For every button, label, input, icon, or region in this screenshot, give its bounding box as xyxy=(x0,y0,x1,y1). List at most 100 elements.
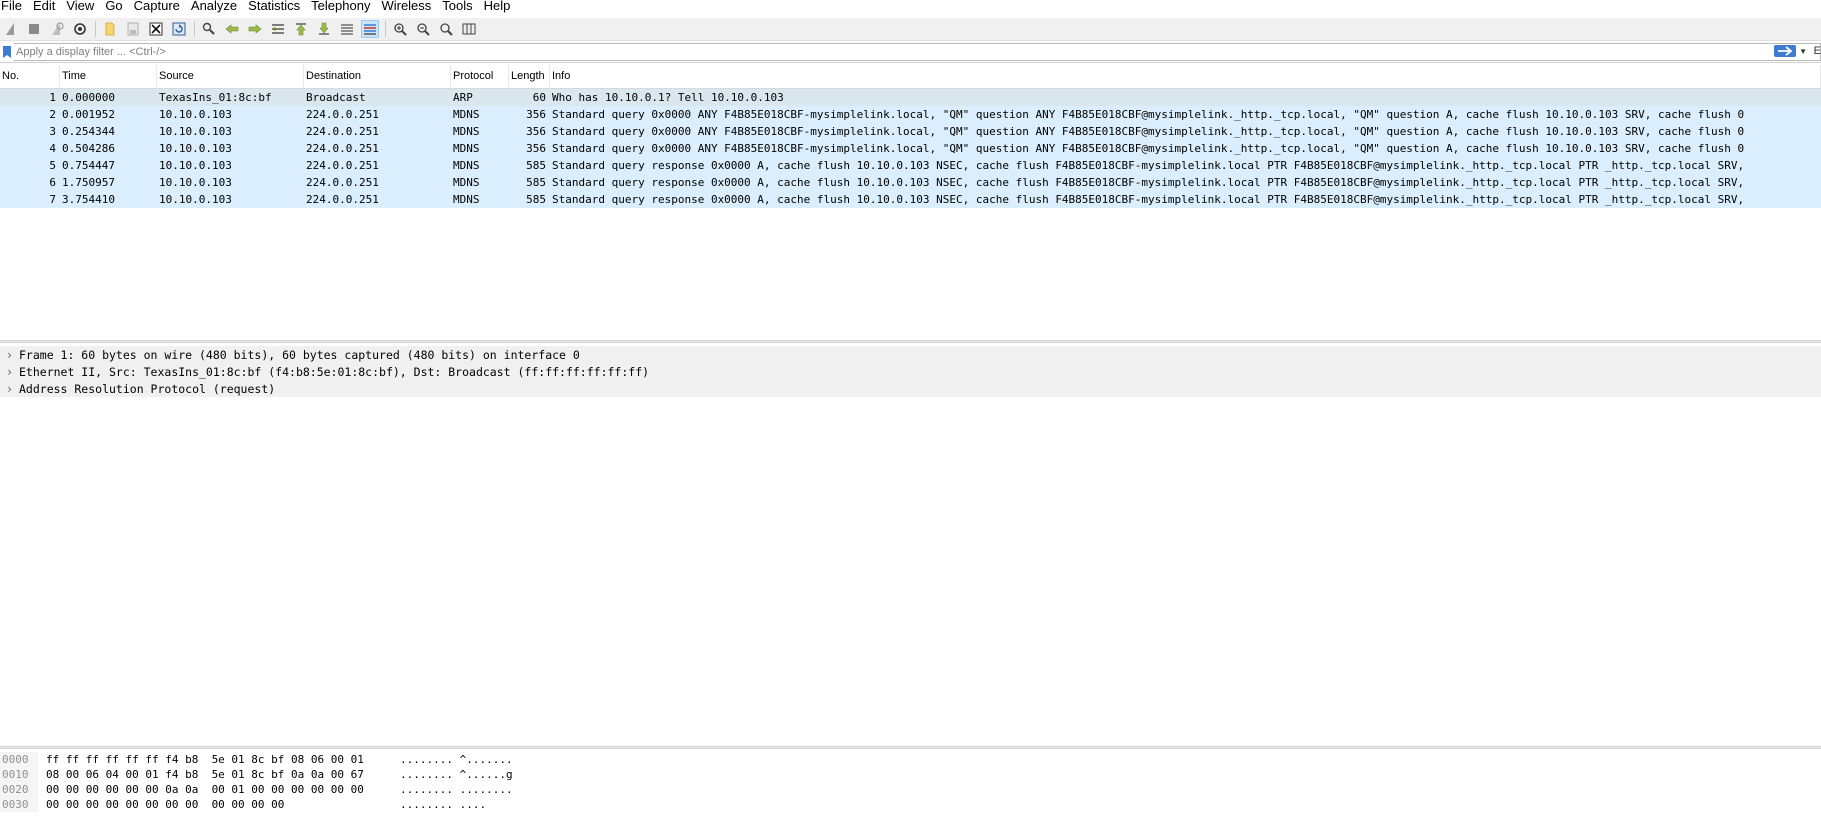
packet-protocol: MDNS xyxy=(453,193,480,206)
hex-bytes[interactable]: ff ff ff ff ff ff f4 b8 5e 01 8c bf 08 0… xyxy=(38,753,400,766)
packet-no: 7 xyxy=(49,193,56,206)
packet-source: 10.10.0.103 xyxy=(159,193,232,206)
packet-source: 10.10.0.103 xyxy=(159,142,232,155)
filter-history-dropdown-icon[interactable]: ▼ xyxy=(1799,47,1807,56)
packet-length: 585 xyxy=(526,193,546,206)
pane-splitter[interactable] xyxy=(0,340,1821,343)
pane-splitter[interactable] xyxy=(0,746,1821,749)
packet-info: Standard query response 0x0000 A, cache … xyxy=(552,159,1745,172)
autoscroll-icon[interactable] xyxy=(338,20,356,38)
column-header-time[interactable]: Time xyxy=(60,65,157,88)
menu-view[interactable]: View xyxy=(63,0,102,12)
column-header-destination[interactable]: Destination xyxy=(304,65,451,88)
packet-destination: 224.0.0.251 xyxy=(306,193,379,206)
toolbar-separator xyxy=(95,21,96,37)
menu-tools[interactable]: Tools xyxy=(439,0,480,12)
bookmark-icon[interactable] xyxy=(0,43,14,61)
menu-help[interactable]: Help xyxy=(481,0,519,12)
chevron-right-icon[interactable]: › xyxy=(0,365,19,379)
menu-go[interactable]: Go xyxy=(102,0,130,12)
packet-row[interactable]: 4 0.504286 10.10.0.103 224.0.0.251 MDNS … xyxy=(0,140,1821,157)
chevron-right-icon[interactable]: › xyxy=(0,348,19,362)
packet-length: 356 xyxy=(526,142,546,155)
detail-tree-item-arp[interactable]: › Address Resolution Protocol (request) xyxy=(0,380,1821,397)
zoom-normal-icon[interactable] xyxy=(437,20,455,38)
restart-icon[interactable] xyxy=(48,20,66,38)
column-header-info[interactable]: Info xyxy=(550,65,1821,88)
packet-destination: 224.0.0.251 xyxy=(306,159,379,172)
packet-details-pane: › Frame 1: 60 bytes on wire (480 bits), … xyxy=(0,346,1821,746)
stop-icon[interactable] xyxy=(25,20,43,38)
menu-capture[interactable]: Capture xyxy=(131,0,188,12)
hex-bytes[interactable]: 00 00 00 00 00 00 0a 0a 00 01 00 00 00 0… xyxy=(38,783,400,796)
column-header-no[interactable]: No. xyxy=(0,65,60,88)
packet-no: 2 xyxy=(49,108,56,121)
packet-bytes-pane: 0000 ff ff ff ff ff ff f4 b8 5e 01 8c bf… xyxy=(0,752,1821,821)
column-header-source[interactable]: Source xyxy=(157,65,304,88)
menu-telephony[interactable]: Telephony xyxy=(308,0,378,12)
resize-columns-icon[interactable] xyxy=(460,20,478,38)
packet-no: 5 xyxy=(49,159,56,172)
menu-analyze[interactable]: Analyze xyxy=(188,0,245,12)
packet-protocol: MDNS xyxy=(453,176,480,189)
packet-row[interactable]: 7 3.754410 10.10.0.103 224.0.0.251 MDNS … xyxy=(0,191,1821,208)
colorize-icon[interactable] xyxy=(361,20,379,38)
save-file-icon[interactable] xyxy=(124,20,142,38)
detail-tree-label: Ethernet II, Src: TexasIns_01:8c:bf (f4:… xyxy=(19,364,650,379)
apply-filter-button[interactable] xyxy=(1774,45,1796,57)
packet-time: 0.504286 xyxy=(62,142,115,155)
detail-tree-item-frame[interactable]: › Frame 1: 60 bytes on wire (480 bits), … xyxy=(0,346,1821,363)
toolbar-separator xyxy=(385,21,386,37)
go-back-icon[interactable] xyxy=(223,20,241,38)
hex-bytes[interactable]: 00 00 00 00 00 00 00 00 00 00 00 00 xyxy=(38,798,400,811)
shark-fin-start-icon[interactable] xyxy=(2,20,20,38)
packet-row[interactable]: 1 0.000000 TexasIns_01:8c:bf Broadcast A… xyxy=(0,89,1821,106)
packet-length: 356 xyxy=(526,125,546,138)
packet-protocol: MDNS xyxy=(453,108,480,121)
toolbar-separator xyxy=(194,21,195,37)
packet-info: Standard query 0x0000 ANY F4B85E018CBF-m… xyxy=(552,125,1745,138)
packet-row[interactable]: 2 0.001952 10.10.0.103 224.0.0.251 MDNS … xyxy=(0,106,1821,123)
filter-expression-button[interactable]: E xyxy=(1814,45,1821,57)
hex-bytes[interactable]: 08 00 06 04 00 01 f4 b8 5e 01 8c bf 0a 0… xyxy=(38,768,400,781)
first-packet-icon[interactable] xyxy=(292,20,310,38)
packet-row[interactable]: 3 0.254344 10.10.0.103 224.0.0.251 MDNS … xyxy=(0,123,1821,140)
hex-ascii[interactable]: ........ ^......g xyxy=(400,768,600,781)
menu-file[interactable]: File xyxy=(0,0,30,12)
go-to-packet-icon[interactable] xyxy=(269,20,287,38)
hex-row[interactable]: 0030 00 00 00 00 00 00 00 00 00 00 00 00… xyxy=(0,797,1821,812)
capture-options-icon[interactable] xyxy=(71,20,89,38)
hex-offset: 0030 xyxy=(0,797,38,812)
column-header-protocol[interactable]: Protocol xyxy=(451,65,509,88)
detail-tree-item-ethernet[interactable]: › Ethernet II, Src: TexasIns_01:8c:bf (f… xyxy=(0,363,1821,380)
packet-source: 10.10.0.103 xyxy=(159,159,232,172)
hex-ascii[interactable]: ........ .... xyxy=(400,798,600,811)
zoom-in-icon[interactable] xyxy=(391,20,409,38)
open-file-icon[interactable] xyxy=(101,20,119,38)
menu-wireless[interactable]: Wireless xyxy=(378,0,439,12)
hex-row[interactable]: 0020 00 00 00 00 00 00 0a 0a 00 01 00 00… xyxy=(0,782,1821,797)
last-packet-icon[interactable] xyxy=(315,20,333,38)
packet-source: 10.10.0.103 xyxy=(159,125,232,138)
hex-row[interactable]: 0010 08 00 06 04 00 01 f4 b8 5e 01 8c bf… xyxy=(0,767,1821,782)
hex-ascii[interactable]: ........ ^....... xyxy=(400,753,600,766)
menu-statistics[interactable]: Statistics xyxy=(245,0,308,12)
chevron-right-icon[interactable]: › xyxy=(0,382,19,396)
main-toolbar xyxy=(0,18,1821,41)
menu-edit[interactable]: Edit xyxy=(30,0,63,12)
packet-protocol: MDNS xyxy=(453,142,480,155)
hex-ascii[interactable]: ........ ........ xyxy=(400,783,600,796)
go-forward-icon[interactable] xyxy=(246,20,264,38)
zoom-out-icon[interactable] xyxy=(414,20,432,38)
reload-icon[interactable] xyxy=(170,20,188,38)
display-filter-input[interactable] xyxy=(14,43,1821,61)
packet-no: 1 xyxy=(49,91,56,104)
hex-row[interactable]: 0000 ff ff ff ff ff ff f4 b8 5e 01 8c bf… xyxy=(0,752,1821,767)
packet-info: Who has 10.10.0.1? Tell 10.10.0.103 xyxy=(552,91,784,104)
find-packet-icon[interactable] xyxy=(200,20,218,38)
close-file-icon[interactable] xyxy=(147,20,165,38)
packet-row[interactable]: 5 0.754447 10.10.0.103 224.0.0.251 MDNS … xyxy=(0,157,1821,174)
packet-source: 10.10.0.103 xyxy=(159,176,232,189)
column-header-length[interactable]: Length xyxy=(509,65,550,88)
packet-row[interactable]: 6 1.750957 10.10.0.103 224.0.0.251 MDNS … xyxy=(0,174,1821,191)
